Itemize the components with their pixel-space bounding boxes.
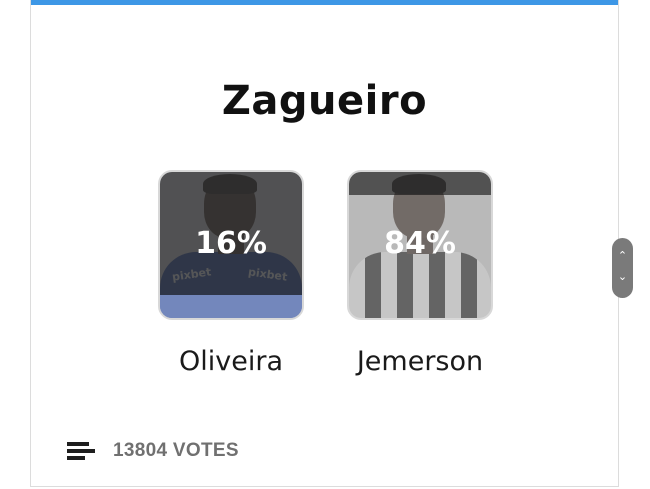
option-percent: 16% — [195, 226, 267, 261]
votes-count: 13804 VOTES — [113, 440, 239, 461]
chevron-down-icon[interactable]: ⌄ — [612, 271, 633, 283]
bar-chart-icon — [67, 440, 97, 462]
accent-top-bar — [31, 0, 618, 5]
option-photo-frame[interactable]: 84% — [347, 170, 493, 320]
option-percent: 84% — [384, 226, 456, 261]
result-overlay-fill — [160, 295, 302, 318]
result-overlay-dark — [349, 172, 491, 195]
poll-option-jemerson[interactable]: 84% Jemerson — [347, 170, 493, 377]
option-name: Jemerson — [356, 346, 484, 377]
option-photo-frame[interactable]: pixbet pixbet 16% — [158, 170, 304, 320]
chevron-up-icon[interactable]: ⌃ — [612, 250, 633, 262]
poll-title: Zagueiro — [221, 78, 428, 124]
poll-card: Zagueiro pixbet pixbet 16% Oliveira — [30, 0, 619, 487]
poll-option-oliveira[interactable]: pixbet pixbet 16% Oliveira — [158, 170, 304, 377]
scroll-widget[interactable]: ⌃ ⌄ — [612, 238, 633, 298]
poll-footer: 13804 VOTES — [67, 438, 239, 464]
